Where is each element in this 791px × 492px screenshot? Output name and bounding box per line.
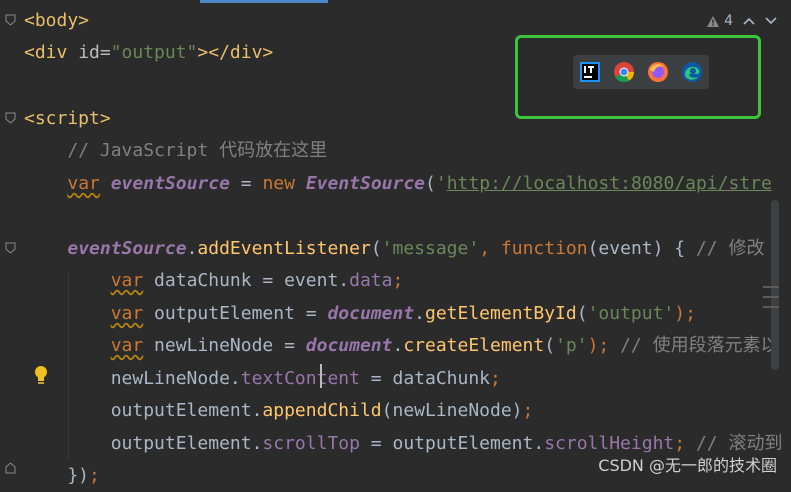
code-line: <script> bbox=[24, 103, 111, 135]
code-token: var bbox=[110, 303, 144, 324]
code-line: <body> bbox=[24, 5, 89, 37]
edge-icon[interactable] bbox=[681, 61, 703, 83]
code-line: eventSource.addEventListener('message', … bbox=[24, 233, 764, 265]
code-line: outputElement.appendChild(newLineNode); bbox=[24, 395, 534, 427]
code-line: var dataChunk = event.data; bbox=[24, 265, 404, 297]
chrome-icon[interactable] bbox=[613, 61, 635, 83]
code-token: // 修改 bbox=[695, 238, 765, 259]
code-token: = dataChunk bbox=[359, 368, 491, 389]
code-token: ; bbox=[522, 400, 534, 421]
chevron-up-icon[interactable] bbox=[743, 17, 755, 25]
code-token: id= bbox=[78, 42, 111, 63]
code-line: newLineNode.textContent = dataChunk; bbox=[24, 363, 501, 395]
code-token: <div bbox=[24, 42, 79, 63]
code-token: ></div> bbox=[197, 42, 274, 63]
warning-indicator[interactable]: 4 bbox=[706, 13, 733, 29]
code-token: . bbox=[414, 303, 425, 324]
code-token: document bbox=[327, 303, 415, 324]
minimap-marks-icon bbox=[763, 286, 779, 308]
code-token: <script> bbox=[24, 108, 111, 129]
code-token: var bbox=[110, 270, 144, 291]
code-token: . bbox=[186, 238, 198, 259]
code-token: document bbox=[305, 335, 393, 356]
code-token: . bbox=[392, 335, 404, 356]
browser-popup bbox=[573, 55, 709, 89]
code-token: ( bbox=[544, 335, 556, 356]
watermark: CSDN @无一郎的技术圈 bbox=[596, 452, 779, 476]
code-token: outputElement = bbox=[143, 303, 328, 324]
fold-marker-icon[interactable] bbox=[5, 462, 16, 474]
code-line: var eventSource = new EventSource('http:… bbox=[24, 168, 772, 200]
text-caret bbox=[320, 364, 322, 388]
code-token: ; bbox=[392, 270, 404, 291]
code-line: var outputElement = document.getElementB… bbox=[24, 298, 696, 330]
code-token: , bbox=[479, 238, 501, 259]
code-token: http://localhost:8080/api/stre bbox=[446, 173, 772, 194]
code-token: textContent bbox=[240, 368, 360, 389]
code-token: ; bbox=[490, 368, 501, 389]
code-token: data bbox=[349, 270, 393, 291]
code-token: var bbox=[67, 173, 100, 194]
code-token: scrollTop bbox=[262, 433, 360, 454]
code-token: createElement bbox=[403, 335, 545, 356]
code-token: ( bbox=[370, 238, 382, 259]
fold-marker-icon[interactable] bbox=[5, 242, 16, 254]
code-token: // 滚动到 bbox=[695, 433, 783, 454]
code-token: (newLineNode) bbox=[381, 400, 523, 421]
code-token: ' bbox=[435, 173, 447, 194]
code-line: var newLineNode = document.createElement… bbox=[24, 330, 779, 362]
code-token: = outputElement. bbox=[359, 433, 545, 454]
code-token: eventSource bbox=[67, 238, 187, 259]
code-token: (event) { bbox=[587, 238, 696, 259]
lightbulb-icon[interactable] bbox=[33, 365, 49, 387]
code-line: <div id="output"></div> bbox=[24, 37, 273, 69]
code-token: newLineNode. bbox=[24, 368, 241, 389]
code-token: ); bbox=[587, 335, 621, 356]
code-token: var bbox=[110, 335, 144, 356]
code-token: }) bbox=[24, 465, 90, 486]
active-tab-indicator bbox=[200, 0, 328, 3]
chevron-down-icon[interactable] bbox=[765, 17, 777, 25]
code-token: = bbox=[229, 173, 263, 194]
code-token: outputElement. bbox=[24, 433, 263, 454]
code-token: <body> bbox=[24, 10, 90, 31]
code-token: ( bbox=[425, 173, 436, 194]
code-token: eventSource bbox=[110, 173, 230, 194]
code-token: appendChild bbox=[262, 400, 382, 421]
firefox-icon[interactable] bbox=[647, 61, 669, 83]
code-line: // JavaScript 代码放在这里 bbox=[24, 135, 327, 167]
code-token: addEventListener bbox=[197, 238, 371, 259]
code-token: ( bbox=[576, 303, 588, 324]
code-token: // 使用段落元素以 bbox=[620, 335, 779, 356]
code-token: 'output' bbox=[587, 303, 675, 324]
code-token: ; bbox=[674, 433, 696, 454]
warning-icon bbox=[707, 15, 720, 27]
fold-marker-icon[interactable] bbox=[5, 14, 16, 26]
code-token: new bbox=[262, 173, 306, 194]
code-token: getElementById bbox=[425, 303, 577, 324]
fold-marker-icon[interactable] bbox=[5, 112, 16, 124]
intellij-icon[interactable] bbox=[579, 61, 601, 83]
code-token: ); bbox=[674, 303, 696, 324]
code-token: outputElement. bbox=[24, 400, 263, 421]
code-token: dataChunk = event. bbox=[143, 270, 350, 291]
code-token: 'p' bbox=[555, 335, 588, 356]
code-token: EventSource bbox=[305, 173, 426, 194]
code-token: 'message' bbox=[381, 238, 480, 259]
code-token: scrollHeight bbox=[544, 433, 675, 454]
code-line: }); bbox=[24, 460, 100, 492]
code-token: "output" bbox=[110, 42, 198, 63]
warning-count: 4 bbox=[724, 13, 733, 29]
code-token: // JavaScript 代码放在这里 bbox=[24, 140, 328, 161]
code-token: newLineNode = bbox=[143, 335, 306, 356]
inspection-widget[interactable]: 4 bbox=[706, 6, 791, 36]
code-token: ; bbox=[89, 465, 100, 486]
code-token: function bbox=[500, 238, 588, 259]
